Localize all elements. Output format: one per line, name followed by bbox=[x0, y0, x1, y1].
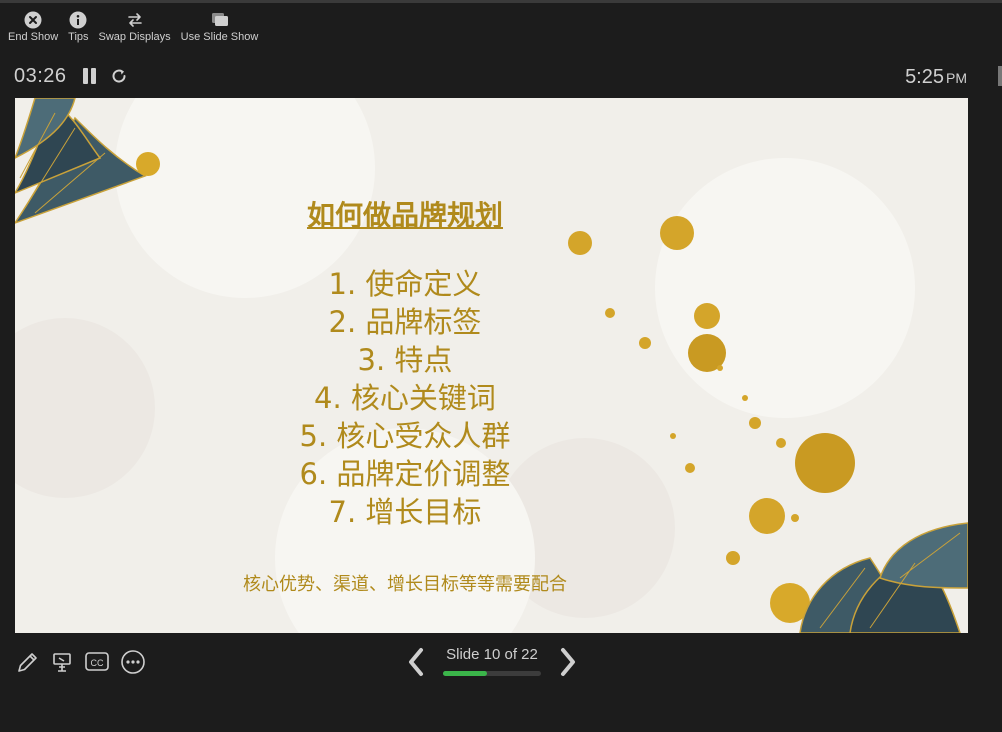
slide-list-item: 3. 特点 bbox=[357, 343, 453, 377]
current-slide: 如何做品牌规划 1. 使命定义 2. 品牌标签 3. 特点 4. 核心关键词 5… bbox=[15, 98, 968, 633]
slide-progress-fill bbox=[443, 671, 488, 676]
presenter-toolbar: End Show Tips Swap Displays Use Slide Sh… bbox=[0, 10, 268, 56]
captions-icon[interactable]: CC bbox=[84, 650, 110, 674]
clock-ampm: PM bbox=[946, 70, 967, 86]
use-slide-show-label: Use Slide Show bbox=[180, 31, 259, 43]
chevron-left-icon bbox=[409, 648, 423, 676]
slide-list-item: 5. 核心受众人群 bbox=[299, 419, 511, 453]
tips-label: Tips bbox=[68, 31, 89, 43]
svg-text:CC: CC bbox=[91, 658, 104, 668]
pen-icon[interactable] bbox=[16, 650, 40, 674]
slide-counter: Slide 10 of 22 bbox=[446, 646, 538, 663]
close-icon bbox=[24, 10, 42, 30]
swap-displays-button[interactable]: Swap Displays bbox=[99, 10, 171, 56]
info-icon bbox=[69, 10, 87, 30]
end-show-button[interactable]: End Show bbox=[8, 10, 58, 56]
slide-list-item: 1. 使命定义 bbox=[328, 267, 482, 301]
slide-list: 1. 使命定义 2. 品牌标签 3. 特点 4. 核心关键词 5. 核心受众人群… bbox=[15, 265, 795, 531]
swap-displays-label: Swap Displays bbox=[98, 31, 171, 43]
more-icon[interactable] bbox=[120, 649, 146, 675]
end-show-label: End Show bbox=[8, 31, 59, 43]
presenter-tools: CC bbox=[16, 649, 156, 675]
slide-list-item: 6. 品牌定价调整 bbox=[299, 457, 511, 491]
next-slide-button[interactable] bbox=[558, 646, 578, 683]
swap-icon bbox=[126, 10, 144, 30]
current-time: 5:25 PM bbox=[905, 66, 967, 89]
slide-list-item: 7. 增长目标 bbox=[328, 495, 482, 529]
slide-list-item: 2. 品牌标签 bbox=[328, 305, 482, 339]
slide-footnote: 核心优势、渠道、增长目标等等需要配合 bbox=[243, 574, 567, 595]
clock-time: 5:25 bbox=[905, 66, 944, 88]
slideshow-icon bbox=[210, 10, 230, 30]
previous-slide-button[interactable] bbox=[406, 646, 426, 683]
tips-button[interactable]: Tips bbox=[68, 10, 89, 56]
pause-icon[interactable] bbox=[83, 68, 97, 84]
laser-pointer-icon[interactable] bbox=[50, 650, 74, 674]
slide-progress-bar bbox=[443, 671, 541, 676]
slide-title: 如何做品牌规划 bbox=[306, 199, 503, 232]
chevron-right-icon bbox=[561, 648, 575, 676]
notes-panel-handle[interactable] bbox=[998, 66, 1002, 86]
window-top-strip bbox=[0, 0, 1002, 3]
reset-icon[interactable] bbox=[110, 67, 128, 90]
elapsed-timer: 03:26 bbox=[14, 65, 67, 87]
slide-list-item: 4. 核心关键词 bbox=[314, 381, 496, 415]
use-slide-show-button[interactable]: Use Slide Show bbox=[180, 10, 259, 56]
